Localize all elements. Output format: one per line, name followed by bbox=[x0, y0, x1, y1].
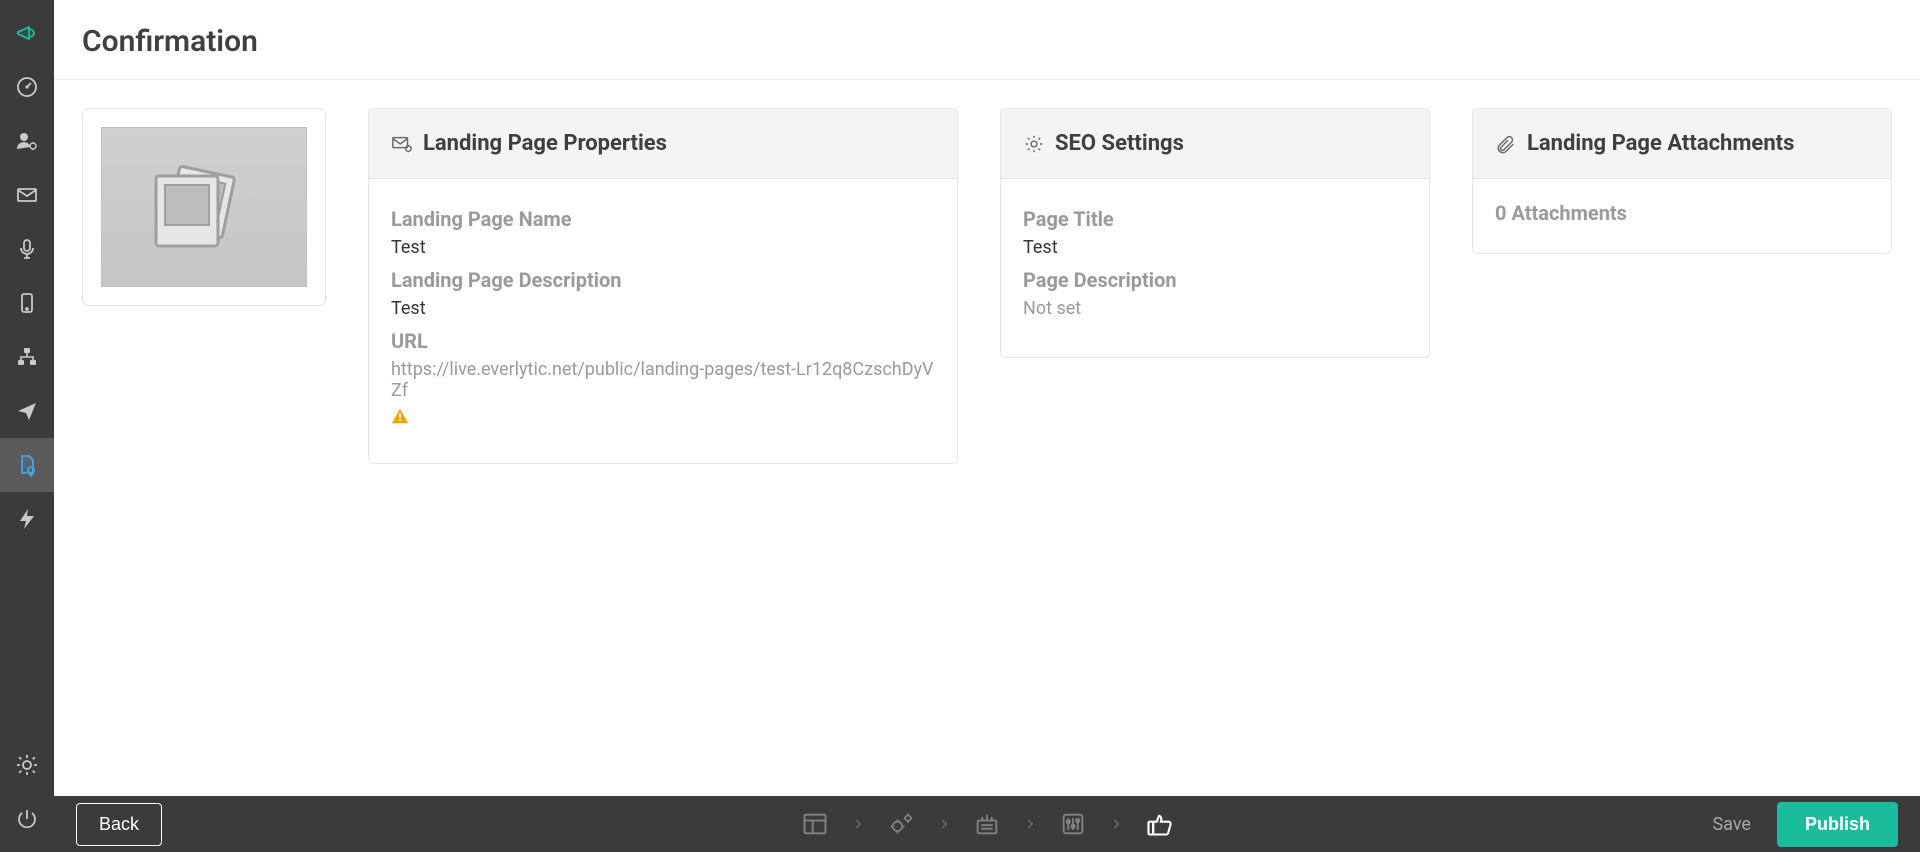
warning-icon bbox=[391, 407, 409, 425]
envelope-gear-icon bbox=[391, 133, 413, 155]
panel-seo: SEO Settings Page Title Test Page Descri… bbox=[1000, 108, 1430, 358]
megaphone-icon bbox=[15, 21, 39, 45]
field-label-description: Landing Page Description bbox=[391, 268, 935, 292]
sidebar-item-mobile[interactable] bbox=[0, 276, 54, 330]
panel-attachments-title: Landing Page Attachments bbox=[1527, 131, 1794, 156]
preview-placeholder-icon bbox=[101, 127, 307, 287]
page-title: Confirmation bbox=[82, 24, 1892, 59]
save-button[interactable]: Save bbox=[1712, 814, 1751, 835]
panel-attachments: Landing Page Attachments 0 Attachments bbox=[1472, 108, 1892, 254]
sidebar-item-power[interactable] bbox=[0, 792, 54, 846]
panel-properties-header: Landing Page Properties bbox=[369, 109, 957, 179]
field-value-url: https://live.everlytic.net/public/landin… bbox=[391, 359, 935, 425]
step-settings-icon[interactable] bbox=[887, 810, 915, 838]
field-label-url: URL bbox=[391, 329, 935, 353]
sidebar-item-pages[interactable] bbox=[0, 438, 54, 492]
sidebar-nav bbox=[0, 6, 54, 738]
panel-seo-body: Page Title Test Page Description Not set bbox=[1001, 179, 1429, 357]
paperclip-icon bbox=[1495, 133, 1517, 155]
panel-seo-title: SEO Settings bbox=[1055, 131, 1184, 156]
footer-right: Save Publish bbox=[1712, 802, 1898, 847]
sidebar-item-settings[interactable] bbox=[0, 738, 54, 792]
field-label-page-description: Page Description bbox=[1023, 268, 1407, 292]
sitemap-icon bbox=[15, 345, 39, 369]
gear-icon bbox=[15, 753, 39, 777]
field-label-name: Landing Page Name bbox=[391, 207, 935, 231]
sidebar-item-workflow[interactable] bbox=[0, 330, 54, 384]
panel-properties-title: Landing Page Properties bbox=[423, 131, 667, 156]
sidebar bbox=[0, 0, 54, 852]
wizard-steps bbox=[801, 810, 1173, 838]
step-sliders-icon[interactable] bbox=[1059, 810, 1087, 838]
step-layout-icon[interactable] bbox=[801, 810, 829, 838]
panel-properties: Landing Page Properties Landing Page Nam… bbox=[368, 108, 958, 464]
page-award-icon bbox=[15, 453, 39, 477]
chevron-right-icon bbox=[1023, 817, 1037, 831]
field-value-description: Test bbox=[391, 298, 935, 319]
field-value-page-title: Test bbox=[1023, 237, 1407, 258]
sidebar-item-dashboard[interactable] bbox=[0, 60, 54, 114]
preview-card bbox=[82, 108, 326, 306]
content: Landing Page Properties Landing Page Nam… bbox=[54, 80, 1920, 796]
field-value-page-description: Not set bbox=[1023, 298, 1407, 319]
power-icon bbox=[15, 807, 39, 831]
sidebar-bottom bbox=[0, 738, 54, 852]
chevron-right-icon bbox=[851, 817, 865, 831]
user-gear-icon bbox=[15, 129, 39, 153]
sidebar-item-contacts[interactable] bbox=[0, 114, 54, 168]
panel-seo-header: SEO Settings bbox=[1001, 109, 1429, 179]
step-form-icon[interactable] bbox=[973, 810, 1001, 838]
main: Confirmation bbox=[54, 0, 1920, 852]
sidebar-item-mail[interactable] bbox=[0, 168, 54, 222]
sidebar-item-recording[interactable] bbox=[0, 222, 54, 276]
url-text: https://live.everlytic.net/public/landin… bbox=[391, 359, 935, 401]
paper-plane-icon bbox=[15, 399, 39, 423]
chevron-right-icon bbox=[937, 817, 951, 831]
mail-icon bbox=[15, 183, 39, 207]
gear-icon bbox=[1023, 133, 1045, 155]
sidebar-item-campaigns[interactable] bbox=[0, 6, 54, 60]
footer-bar: Back bbox=[54, 796, 1920, 852]
page-header: Confirmation bbox=[54, 0, 1920, 80]
back-button[interactable]: Back bbox=[76, 803, 162, 846]
microphone-icon bbox=[15, 237, 39, 261]
attachments-count: 0 Attachments bbox=[1495, 201, 1869, 225]
field-label-page-title: Page Title bbox=[1023, 207, 1407, 231]
publish-button[interactable]: Publish bbox=[1777, 802, 1898, 847]
gauge-icon bbox=[15, 75, 39, 99]
field-value-name: Test bbox=[391, 237, 935, 258]
bolt-icon bbox=[15, 507, 39, 531]
chevron-right-icon bbox=[1109, 817, 1123, 831]
sidebar-item-send[interactable] bbox=[0, 384, 54, 438]
phone-icon bbox=[15, 291, 39, 315]
step-approve-icon[interactable] bbox=[1145, 810, 1173, 838]
panel-attachments-header: Landing Page Attachments bbox=[1473, 109, 1891, 179]
panel-attachments-body: 0 Attachments bbox=[1473, 179, 1891, 253]
panel-properties-body: Landing Page Name Test Landing Page Desc… bbox=[369, 179, 957, 463]
sidebar-item-automation[interactable] bbox=[0, 492, 54, 546]
